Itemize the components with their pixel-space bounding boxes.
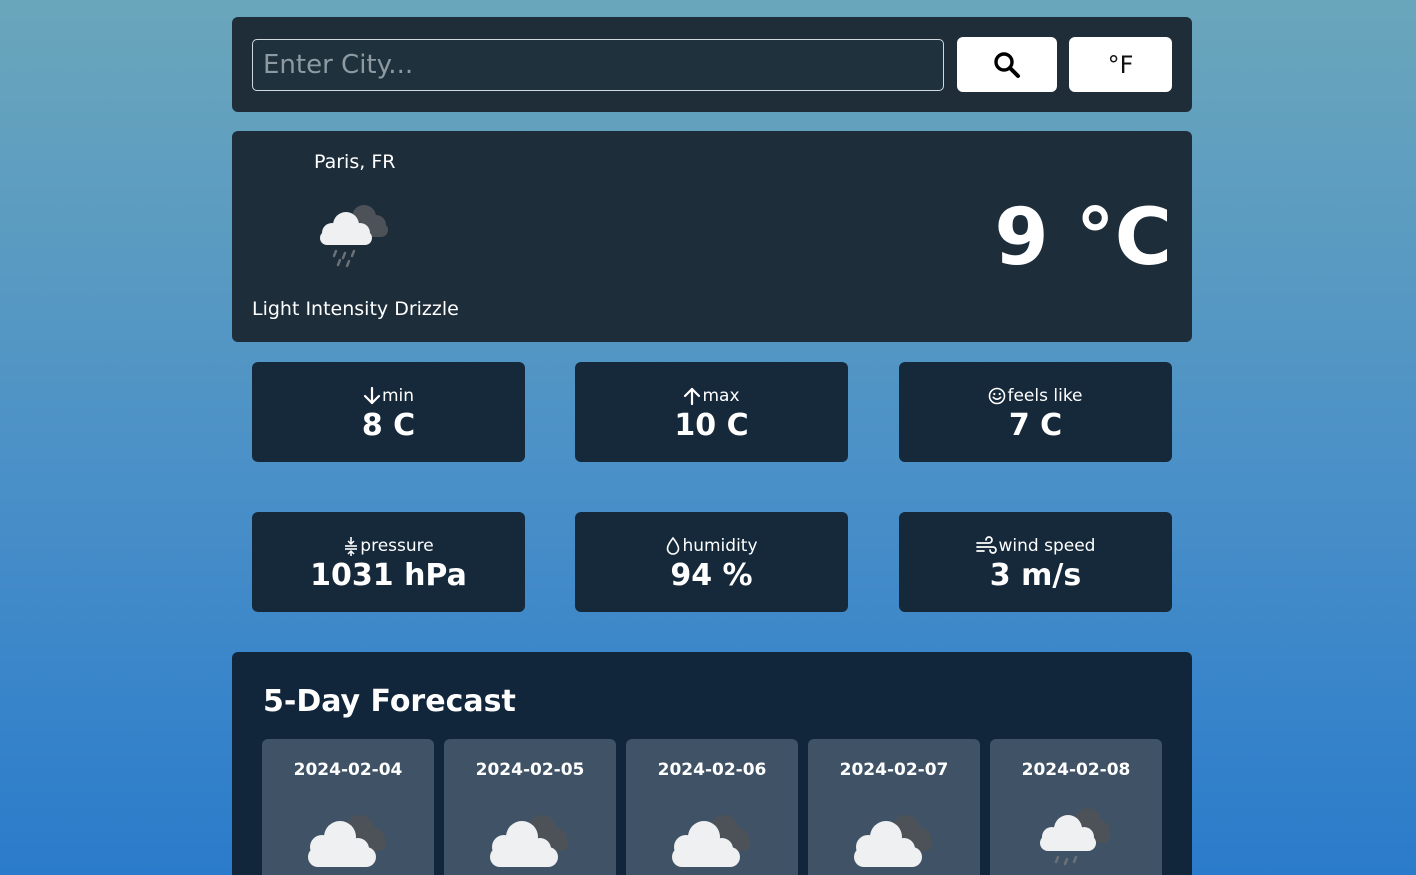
stat-card-humidity: humidity 94 %	[575, 512, 848, 612]
stat-card-max: max 10 C	[575, 362, 848, 462]
stat-label: max	[702, 386, 740, 406]
stat-card-wind-speed: wind speed 3 m/s	[899, 512, 1172, 612]
city-name: Paris, FR	[314, 151, 396, 173]
forecast-date: 2024-02-07	[839, 760, 949, 780]
forecast-day-card: 2024-02-04	[262, 739, 434, 875]
stat-label: min	[381, 386, 415, 406]
stat-value: 94 %	[670, 558, 753, 593]
search-panel: °F	[232, 17, 1192, 112]
forecast-date: 2024-02-04	[293, 760, 403, 780]
forecast-day-card: 2024-02-06	[626, 739, 798, 875]
forecast-day-card: 2024-02-05	[444, 739, 616, 875]
stat-value: 8 C	[361, 408, 416, 443]
forecast-date: 2024-02-06	[657, 760, 767, 780]
stat-label: feels like	[1007, 386, 1083, 406]
cloudy-icon	[666, 809, 758, 873]
drizzle-cloud-icon	[314, 199, 394, 275]
stat-label: pressure	[360, 536, 434, 556]
current-weather-panel: Paris, FR Light Intensity Drizzle 9 °C	[232, 131, 1192, 342]
drizzle-cloud-icon	[1030, 803, 1122, 873]
compress-icon	[345, 537, 358, 556]
forecast-panel: 5-Day Forecast 2024-02-04 2024-02-05 202…	[232, 652, 1192, 875]
unit-toggle-button[interactable]: °F	[1069, 37, 1172, 92]
stat-card-feels-like: feels like 7 C	[899, 362, 1172, 462]
stat-value: 7 C	[1008, 408, 1063, 443]
cloudy-icon	[302, 809, 394, 873]
search-icon	[994, 51, 1020, 78]
forecast-date: 2024-02-08	[1021, 760, 1131, 780]
forecast-date: 2024-02-05	[475, 760, 585, 780]
cloudy-icon	[484, 809, 576, 873]
search-button[interactable]	[957, 37, 1057, 92]
current-temperature: 9 °C	[994, 193, 1172, 283]
forecast-title: 5-Day Forecast	[263, 684, 516, 719]
forecast-day-card: 2024-02-08	[990, 739, 1162, 875]
stat-card-pressure: pressure 1031 hPa	[252, 512, 525, 612]
droplet-icon	[667, 536, 680, 555]
stat-card-min: min 8 C	[252, 362, 525, 462]
city-search-input[interactable]	[252, 39, 944, 91]
arrow-down-icon	[363, 386, 381, 405]
weather-description: Light Intensity Drizzle	[252, 298, 459, 320]
smiley-icon	[989, 387, 1006, 405]
stat-label: humidity	[682, 536, 758, 556]
stat-value: 10 C	[674, 408, 749, 443]
cloudy-icon	[848, 809, 940, 873]
stat-value: 1031 hPa	[310, 558, 467, 593]
wind-icon	[975, 536, 997, 554]
stat-label: wind speed	[998, 536, 1096, 556]
forecast-day-card: 2024-02-07	[808, 739, 980, 875]
stat-value: 3 m/s	[989, 558, 1082, 593]
arrow-up-icon	[684, 387, 701, 406]
